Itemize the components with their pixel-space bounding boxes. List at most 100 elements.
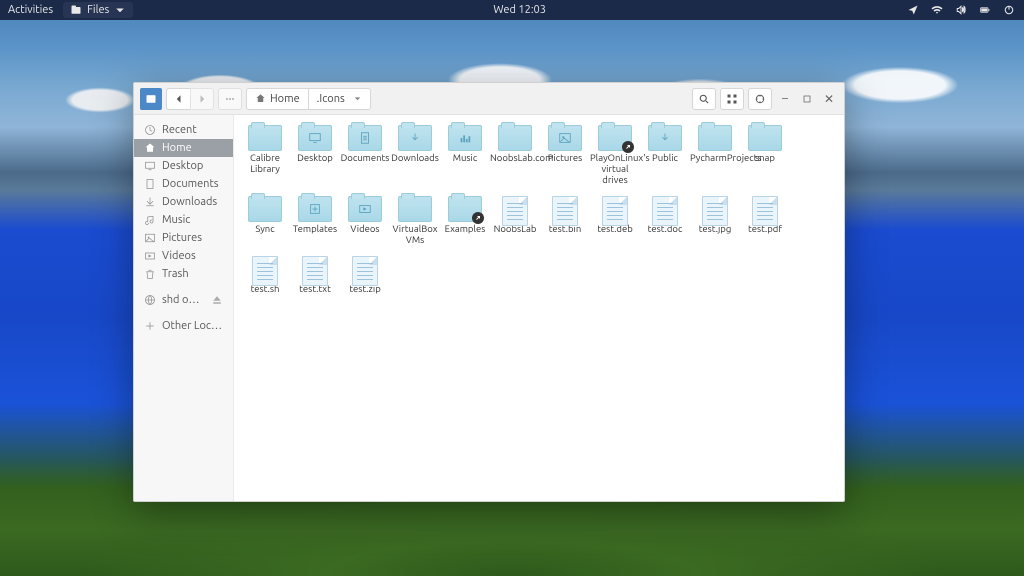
trash-icon xyxy=(144,268,156,280)
minimize-button[interactable]: – xyxy=(776,90,794,108)
file-testdeb[interactable]: test.deb xyxy=(590,196,640,246)
pictures-icon xyxy=(144,232,156,244)
clock-icon xyxy=(144,124,156,136)
file-testdoc[interactable]: test.doc xyxy=(640,196,690,246)
folder-calibre[interactable]: Calibre Library xyxy=(240,125,290,186)
folder-icon xyxy=(448,196,482,222)
back-button[interactable] xyxy=(166,88,190,110)
sidebar-item-other[interactable]: Other Locations xyxy=(134,317,233,335)
item-label: snap xyxy=(755,153,775,164)
file-icon xyxy=(598,196,632,222)
activities-button[interactable]: Activities xyxy=(8,4,53,16)
sidebar-item-mount[interactable]: shd on whit3… xyxy=(134,291,233,309)
sidebar-item-documents[interactable]: Documents xyxy=(134,175,233,193)
folder-icon xyxy=(648,125,682,151)
folder-icon xyxy=(498,125,532,151)
folder-downloads[interactable]: Downloads xyxy=(390,125,440,186)
icon-grid[interactable]: Calibre Library Desktop DocumentsDownloads… xyxy=(234,115,844,501)
sidebar-item-desktop[interactable]: Desktop xyxy=(134,157,233,175)
item-label: Examples xyxy=(445,224,486,235)
maximize-button[interactable] xyxy=(798,90,816,108)
folder-pycharm[interactable]: PycharmProjects xyxy=(690,125,740,186)
music-icon xyxy=(144,214,156,226)
hamburger-menu-button[interactable] xyxy=(748,88,772,110)
folder-icon xyxy=(298,125,332,151)
network-drive-icon xyxy=(144,294,156,306)
folder-videos[interactable]: Videos xyxy=(340,196,390,246)
crumb-home[interactable]: Home xyxy=(246,88,309,110)
volume-icon[interactable] xyxy=(954,3,968,17)
files-icon xyxy=(69,3,83,17)
crumb-icons-label: .Icons xyxy=(317,93,345,105)
symlink-badge-icon xyxy=(622,141,634,153)
view-grid-button[interactable] xyxy=(720,88,744,110)
item-label: Music xyxy=(453,153,478,164)
item-label: Sync xyxy=(255,224,274,235)
eject-icon[interactable] xyxy=(211,294,223,306)
file-noobslab2[interactable]: NoobsLab xyxy=(490,196,540,246)
location-icon[interactable] xyxy=(906,3,920,17)
chevron-down-icon xyxy=(113,3,127,17)
folder-snap[interactable]: snap xyxy=(740,125,790,186)
folder-pictures[interactable]: Pictures xyxy=(540,125,590,186)
close-button[interactable]: ✕ xyxy=(820,90,838,108)
sidebar-item-music[interactable]: Music xyxy=(134,211,233,229)
folder-icon xyxy=(398,125,432,151)
file-testsh[interactable]: test.sh xyxy=(240,256,290,295)
sidebar-item-trash[interactable]: Trash xyxy=(134,265,233,283)
folder-icon xyxy=(298,196,332,222)
forward-button[interactable] xyxy=(190,88,214,110)
folder-icon xyxy=(398,196,432,222)
clock[interactable]: Wed 12:03 xyxy=(133,4,906,16)
file-icon xyxy=(248,256,282,282)
item-label: Videos xyxy=(350,224,379,235)
app-menu[interactable]: Files xyxy=(63,2,133,18)
downloads-icon xyxy=(144,196,156,208)
file-testzip[interactable]: test.zip xyxy=(340,256,390,295)
folder-templates[interactable]: Templates xyxy=(290,196,340,246)
sidebar-item-pictures[interactable]: Pictures xyxy=(134,229,233,247)
folder-icon xyxy=(548,125,582,151)
battery-icon[interactable] xyxy=(978,3,992,17)
file-testpdf[interactable]: test.pdf xyxy=(740,196,790,246)
sidebar-item-home[interactable]: Home xyxy=(134,139,233,157)
wifi-icon[interactable] xyxy=(930,3,944,17)
folder-pol[interactable]: PlayOnLinux's virtual drives xyxy=(590,125,640,186)
item-label: PycharmProjects xyxy=(690,153,740,164)
search-button[interactable] xyxy=(692,88,716,110)
file-icon xyxy=(348,256,382,282)
path-toggle-button[interactable] xyxy=(218,88,242,110)
folder-icon xyxy=(248,125,282,151)
crumb-icons[interactable]: .Icons xyxy=(309,88,371,110)
item-label: Desktop xyxy=(297,153,333,164)
folder-icon xyxy=(248,196,282,222)
folder-sync[interactable]: Sync xyxy=(240,196,290,246)
file-testjpg[interactable]: test.jpg xyxy=(690,196,740,246)
file-testtxt[interactable]: test.txt xyxy=(290,256,340,295)
folder-icon xyxy=(348,196,382,222)
folder-public[interactable]: Public xyxy=(640,125,690,186)
item-label: NoobsLab.com xyxy=(490,153,540,164)
folder-noobslab[interactable]: NoobsLab.com xyxy=(490,125,540,186)
folder-examples[interactable]: Examples xyxy=(440,196,490,246)
breadcrumb: Home .Icons xyxy=(246,88,371,110)
power-icon[interactable] xyxy=(1002,3,1016,17)
item-label: Public xyxy=(652,153,678,164)
file-icon xyxy=(698,196,732,222)
item-label: Templates xyxy=(293,224,337,235)
sidebar-item-downloads[interactable]: Downloads xyxy=(134,193,233,211)
folder-icon xyxy=(448,125,482,151)
folder-documents[interactable]: Documents xyxy=(340,125,390,186)
crumb-home-label: Home xyxy=(270,93,300,105)
sidebar-item-recent[interactable]: Recent xyxy=(134,121,233,139)
file-testbin[interactable]: test.bin xyxy=(540,196,590,246)
folder-icon xyxy=(698,125,732,151)
folder-vbox[interactable]: VirtualBox VMs xyxy=(390,196,440,246)
sidebar-item-videos[interactable]: Videos xyxy=(134,247,233,265)
folder-desktop[interactable]: Desktop xyxy=(290,125,340,186)
files-window: Home .Icons – ✕ Recent Home Desktop Docu… xyxy=(133,82,845,502)
file-icon xyxy=(298,256,332,282)
folder-music[interactable]: Music xyxy=(440,125,490,186)
window-app-icon xyxy=(140,88,162,110)
symlink-badge-icon xyxy=(472,212,484,224)
